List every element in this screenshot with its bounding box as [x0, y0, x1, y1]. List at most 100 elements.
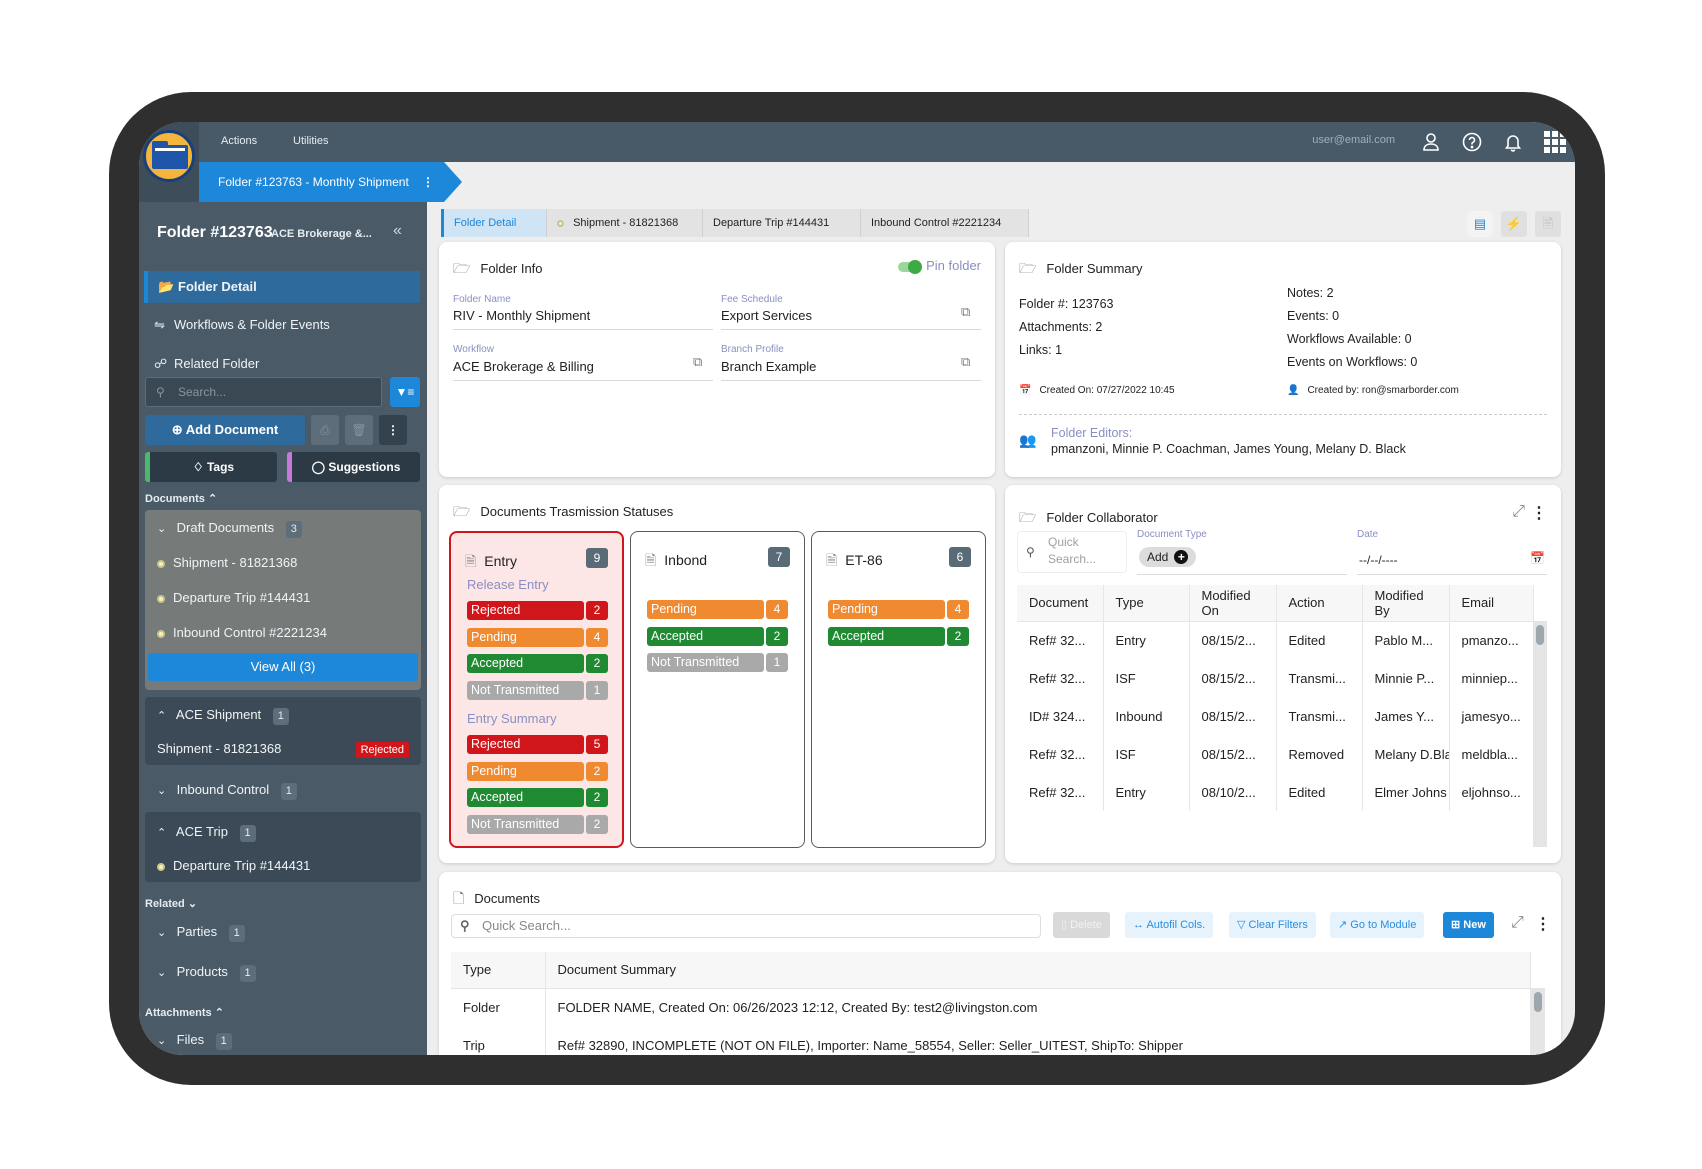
status-pill[interactable]: Rejected 5 [467, 735, 608, 754]
attachments-section-toggle[interactable]: Attachments ⌃ [145, 1006, 224, 1019]
view-all-button[interactable]: View All (3) [148, 653, 418, 681]
column-header[interactable]: Modified On [1189, 585, 1277, 622]
status-pill[interactable]: Accepted 2 [467, 788, 608, 807]
status-pill[interactable]: Pending 4 [647, 600, 788, 619]
date-field[interactable]: --/--/---- 📅 [1357, 543, 1547, 575]
column-header[interactable]: Type [1103, 585, 1190, 622]
expand-icon[interactable]: ⤢ [1512, 503, 1525, 521]
pin-folder-toggle[interactable]: Pin folder [898, 258, 981, 274]
inbound-control-header[interactable]: ⌄ Inbound Control 1 [157, 782, 297, 800]
sidebar-item-related-folder[interactable]: ☍ Related Folder [144, 348, 420, 380]
list-item[interactable]: Inbound Control #2221234 [157, 625, 327, 640]
autofit-columns-button[interactable]: ↔ Autofil Cols. [1125, 912, 1214, 938]
more-vert-icon[interactable]: ⋮ [1535, 914, 1551, 934]
tab-folder-detail[interactable]: Folder Detail ⋮ [441, 209, 547, 257]
branch-profile-field[interactable]: Branch Example [721, 359, 981, 381]
scrollbar-thumb[interactable] [1534, 992, 1542, 1012]
table-row[interactable]: Ref# 32... Entry 08/10/2... Edited Elmer Joh… [1017, 773, 1534, 811]
draft-documents-header[interactable]: ⌄ Draft Documents 3 [157, 520, 302, 538]
delete-button[interactable]: 🗑 [345, 415, 373, 445]
status-pill[interactable]: Not Transmitted 1 [467, 680, 608, 700]
add-document-button[interactable]: ⊕ Add Document [145, 415, 305, 445]
fee-schedule-field[interactable]: Export Services [721, 308, 981, 330]
column-header[interactable]: Modified By [1362, 585, 1450, 622]
suggestions-button[interactable]: ◯ Suggestions [287, 452, 420, 482]
tab-departure-trip[interactable]: Departure Trip #144431 ✕ [703, 209, 861, 258]
menu-utilities[interactable]: Utilities [293, 135, 328, 147]
status-pill[interactable]: Not Transmitted 2 [467, 814, 608, 834]
sidebar-item-folder-detail[interactable]: 📂 Folder Detail [144, 271, 420, 303]
folder-name-field[interactable]: RIV - Monthly Shipment [453, 308, 713, 330]
status-pill[interactable]: Not Transmitted 1 [647, 653, 788, 672]
status-pill[interactable]: Accepted 2 [467, 654, 608, 673]
status-box-inbond[interactable]: 🗎 Inbond 7 Pending 4 Accepted 2 Not Transmitted… [630, 531, 805, 848]
documents-section-toggle[interactable]: Documents ⌃ [145, 492, 217, 505]
copy-icon[interactable]: ⧉ [961, 354, 970, 370]
status-box-et-86[interactable]: 🗎 ET-86 6 Pending 4 Accepted 2 [811, 531, 986, 848]
status-box-entry[interactable]: 🗎 Entry 9 Release Entry Rejected 2 Pending 4 Acc… [449, 531, 624, 848]
status-pill[interactable]: Pending 4 [467, 627, 608, 647]
new-document-button[interactable]: ⊞ New [1443, 912, 1494, 938]
list-item[interactable]: Departure Trip #144431 [157, 590, 310, 605]
notes-icon[interactable]: ▤ [1467, 211, 1493, 237]
toggle-switch[interactable] [898, 259, 923, 274]
files-header[interactable]: ⌄ Files 1 [157, 1032, 232, 1050]
more-vert-icon[interactable]: ⋮ [422, 162, 434, 202]
app-logo[interactable] [143, 130, 195, 182]
clear-filters-button[interactable]: ▽ Clear Filters [1229, 912, 1316, 938]
parties-header[interactable]: ⌄ Parties 1 [157, 924, 245, 942]
help-icon[interactable] [1460, 130, 1484, 154]
collaborator-search-input[interactable]: ⚲ Quick Search... [1017, 531, 1127, 573]
flash-icon[interactable]: ⚡ [1501, 211, 1527, 237]
print-button[interactable]: ⎙ [311, 415, 339, 445]
scrollbar[interactable] [1533, 621, 1547, 847]
workflow-field[interactable]: ACE Brokerage & Billing [453, 359, 713, 381]
list-item[interactable]: Shipment - 81821368 [157, 555, 297, 570]
bell-icon[interactable] [1501, 130, 1525, 154]
copy-icon[interactable]: ⧉ [693, 354, 702, 370]
table-row[interactable]: Trip Ref# 32890, INCOMPLETE (NOT ON FILE)… [451, 1026, 1531, 1055]
copy-icon[interactable]: ⧉ [961, 304, 970, 320]
sidebar-search-input[interactable]: ⚲ Search... [145, 377, 382, 407]
ace-shipment-header[interactable]: ⌃ ACE Shipment 1 [157, 707, 289, 725]
status-pill[interactable]: Rejected 2 [467, 601, 608, 620]
user-icon[interactable] [1419, 130, 1443, 154]
apps-grid-icon[interactable] [1543, 130, 1567, 154]
breadcrumb-folder[interactable]: Folder #123763 - Monthly Shipment ⋮ [199, 162, 462, 202]
documents-search-input[interactable]: ⚲ Quick Search... [451, 914, 1041, 938]
document-icon[interactable]: 🗎 [1535, 211, 1561, 237]
calendar-icon[interactable]: 📅 [1530, 551, 1545, 565]
table-row[interactable]: ID# 324... Inbound 08/15/2... Transmi... Jam… [1017, 697, 1534, 735]
tab-shipment[interactable]: Shipment - 81821368 ✕ [547, 209, 703, 258]
products-header[interactable]: ⌄ Products 1 [157, 964, 256, 982]
column-header[interactable]: Action [1276, 585, 1363, 622]
document-type-field[interactable]: Add + [1137, 543, 1347, 575]
tags-button[interactable]: ♢ Tags [145, 452, 277, 482]
column-header[interactable]: Email [1449, 585, 1534, 622]
status-pill[interactable]: Pending 2 [467, 761, 608, 781]
table-row[interactable]: Folder FOLDER NAME, Created On: 06/26/202… [451, 988, 1531, 1026]
tab-inbound-control[interactable]: Inbound Control #2221234 ✕ [861, 209, 1029, 258]
more-options-button[interactable]: ⋮ [379, 415, 407, 445]
status-pill[interactable]: Accepted 2 [828, 626, 969, 646]
go-to-module-button[interactable]: ↗ Go to Module [1330, 912, 1425, 938]
collapse-sidebar-icon[interactable]: « [393, 222, 402, 240]
list-item[interactable]: Departure Trip #144431 [157, 858, 310, 873]
expand-icon[interactable]: ⤢ [1511, 914, 1524, 932]
table-row[interactable]: Ref# 32... Entry 08/15/2... Edited Pablo M..… [1017, 621, 1534, 659]
column-header[interactable]: Type [451, 952, 546, 989]
table-row[interactable]: Ref# 32... ISF 08/15/2... Removed Melany D.B… [1017, 735, 1534, 773]
ace-trip-header[interactable]: ⌃ ACE Trip 1 [157, 824, 256, 842]
column-header[interactable]: Document Summary [545, 952, 1531, 989]
column-header[interactable]: Document [1017, 585, 1104, 622]
more-vert-icon[interactable]: ⋮ [1531, 503, 1547, 523]
status-pill[interactable]: Pending 4 [828, 600, 969, 619]
scrollbar[interactable] [1531, 988, 1545, 1055]
related-section-toggle[interactable]: Related ⌄ [145, 897, 197, 910]
delete-button[interactable]: ▯ Delete [1053, 912, 1110, 938]
table-row[interactable]: Ref# 32... ISF 08/15/2... Transmi... Minnie … [1017, 659, 1534, 697]
add-document-type-chip[interactable]: Add + [1139, 547, 1197, 567]
list-item[interactable]: Shipment - 81821368 [157, 741, 281, 756]
menu-actions[interactable]: Actions [221, 135, 257, 147]
status-pill[interactable]: Accepted 2 [647, 626, 788, 646]
